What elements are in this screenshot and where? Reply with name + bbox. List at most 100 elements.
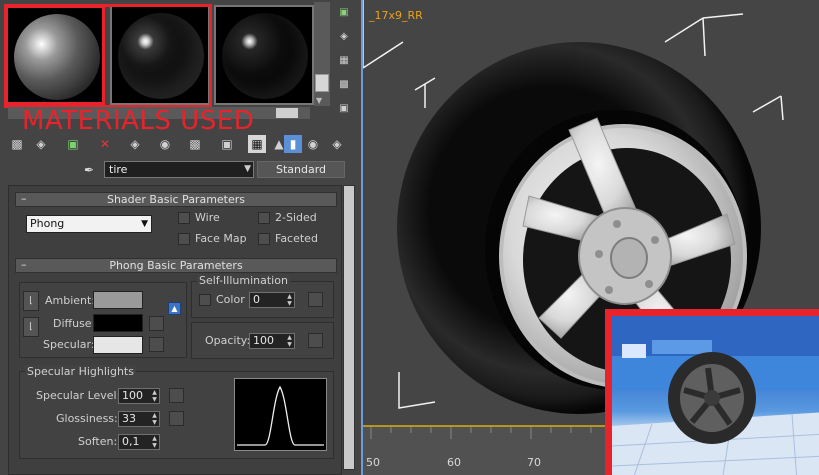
go-forward-to-sibling-icon[interactable]: ◉ <box>304 135 322 153</box>
spinner-arrows-icon[interactable]: ▲ ▼ <box>285 334 294 348</box>
soften-label: Soften: <box>78 435 118 448</box>
self-illum-value-spinner[interactable]: 0 ▲ ▼ <box>249 292 295 308</box>
backlight-icon[interactable]: ◈ <box>336 30 352 44</box>
sample-slot-2[interactable] <box>110 5 210 105</box>
highlight-curve-graph <box>234 378 327 451</box>
show-shaded-material-icon[interactable]: ▦ <box>248 135 266 153</box>
face-map-checkbox[interactable] <box>178 233 190 245</box>
opacity-value: 100 <box>253 334 274 347</box>
materials-used-annotation: MATERIALS USED <box>22 106 255 136</box>
specular-level-label: Specular Level: <box>36 389 121 402</box>
self-illumination-title: Self-Illumination <box>197 274 290 287</box>
specular-level-spinner[interactable]: 100 ▲ ▼ <box>118 388 160 404</box>
material-name-value: tire <box>109 163 128 176</box>
timeline-tick-label: 60 <box>447 456 461 469</box>
self-illum-color-checkbox[interactable] <box>199 294 211 306</box>
video-color-check-icon[interactable]: ▣ <box>336 102 352 116</box>
material-name-field[interactable]: tire ▼ <box>104 161 254 178</box>
shader-type-select[interactable]: Phong ▼ <box>26 215 152 233</box>
timeline-tick-label: 70 <box>527 456 541 469</box>
diffuse-color-swatch[interactable] <box>93 314 143 332</box>
specular-color-swatch[interactable] <box>93 336 143 354</box>
chevron-down-icon[interactable]: ▼ <box>244 162 251 177</box>
specular-label: Specular: <box>43 338 95 351</box>
opacity-spinner[interactable]: 100 ▲ ▼ <box>249 333 295 349</box>
scrollbar-thumb[interactable] <box>315 74 329 92</box>
diffuse-label: Diffuse: <box>53 317 96 330</box>
car-wheel-photo <box>612 316 819 475</box>
soften-spinner[interactable]: 0,1 ▲ ▼ <box>118 434 160 450</box>
sample-uv-tiling-icon[interactable]: ▩ <box>336 78 352 92</box>
sample-sphere-2 <box>118 13 204 99</box>
put-to-library-icon[interactable]: ▩ <box>186 135 204 153</box>
sample-sphere-1 <box>14 14 100 100</box>
opacity-label: Opacity: <box>205 334 251 347</box>
timeline-tick-label: 50 <box>366 456 380 469</box>
face-map-label: Face Map <box>195 232 247 245</box>
two-sided-checkbox[interactable] <box>258 212 270 224</box>
wire-label: Wire <box>195 211 220 224</box>
make-unique-icon[interactable]: ◉ <box>156 135 174 153</box>
diffuse-map-button[interactable] <box>149 316 164 331</box>
get-material-icon[interactable]: ▩ <box>8 135 26 153</box>
two-sided-label: 2-Sided <box>275 211 317 224</box>
material-name-row: ✒ tire ▼ Standard <box>0 160 361 180</box>
rollout-scrollbar[interactable] <box>343 185 355 470</box>
slots-vertical-scrollbar[interactable]: ▼ <box>314 2 330 106</box>
material-editor-panel: ▼ ▣ ◈ ▦ ▩ ▣ MATERIALS USED ▩ ◈ ▣ ✕ ◈ ◉ ▩… <box>0 0 361 475</box>
in-game-preview-image <box>605 309 819 475</box>
self-illum-value: 0 <box>253 293 260 306</box>
chevron-down-icon[interactable]: ▼ <box>141 216 148 232</box>
lock-icon[interactable]: ▲ <box>168 302 181 315</box>
spinner-arrows-icon[interactable]: ▲ ▼ <box>285 293 294 307</box>
lock-diffuse-specular-icon[interactable]: ⌊ <box>23 317 39 337</box>
shader-rollout-title: Shader Basic Parameters <box>106 193 246 206</box>
specular-level-value: 100 <box>122 389 143 402</box>
wire-checkbox[interactable] <box>178 212 190 224</box>
specular-highlights-title: Specular Highlights <box>25 365 136 378</box>
material-editor-toolbar: ▩ ◈ ▣ ✕ ◈ ◉ ▩ ▣ ▦ ▲ ▮ ◉ ◈ <box>8 133 348 155</box>
self-illum-map-button[interactable] <box>308 292 323 307</box>
scrollbar-thumb[interactable] <box>276 108 298 118</box>
glossiness-value: 33 <box>122 412 136 425</box>
sample-type-icon[interactable]: ▣ <box>336 6 352 20</box>
sample-sphere-3 <box>222 13 308 99</box>
highlight-curve-svg <box>237 385 324 446</box>
background-checker-icon[interactable]: ▦ <box>336 54 352 68</box>
material-id-channel-icon[interactable]: ▣ <box>218 135 236 153</box>
shader-type-value: Phong <box>30 217 65 230</box>
material-map-navigator-icon[interactable]: ◈ <box>328 135 346 153</box>
spinner-arrows-icon[interactable]: ▲ ▼ <box>150 435 159 449</box>
faceted-checkbox[interactable] <box>258 233 270 245</box>
opacity-map-button[interactable] <box>308 333 323 348</box>
faceted-label: Faceted <box>275 232 318 245</box>
ambient-label: Ambient: <box>45 294 96 307</box>
eyedropper-icon[interactable]: ✒ <box>84 163 94 177</box>
specular-level-map-button[interactable] <box>169 388 184 403</box>
specular-map-button[interactable] <box>149 337 164 352</box>
soften-value: 0,1 <box>122 435 140 448</box>
assign-material-to-selection-icon[interactable]: ▣ <box>64 135 82 153</box>
make-material-copy-icon[interactable]: ◈ <box>126 135 144 153</box>
glossiness-label: Glossiness: <box>56 412 118 425</box>
lock-ambient-diffuse-icon[interactable]: ⌊ <box>23 291 39 311</box>
ambient-color-swatch[interactable] <box>93 291 143 309</box>
spinner-arrows-icon[interactable]: ▲ ▼ <box>150 389 159 403</box>
glossiness-map-button[interactable] <box>169 411 184 426</box>
material-type-button[interactable]: Standard <box>257 161 345 178</box>
parameter-rollouts: – Shader Basic Parameters Phong ▼ Wire 2… <box>8 185 342 475</box>
spinner-arrows-icon[interactable]: ▲ ▼ <box>150 412 159 426</box>
glossiness-spinner[interactable]: 33 ▲ ▼ <box>118 411 160 427</box>
self-illum-color-label: Color <box>216 293 245 306</box>
phong-rollout-title: Phong Basic Parameters <box>109 259 243 272</box>
go-to-parent-icon[interactable]: ▮ <box>284 135 302 153</box>
scroll-down-arrow-icon[interactable]: ▼ <box>316 96 322 105</box>
sample-slot-3[interactable] <box>214 5 314 105</box>
shader-rollout-header[interactable]: – Shader Basic Parameters <box>15 192 337 207</box>
sample-slot-1[interactable] <box>5 5 105 105</box>
phong-rollout-header[interactable]: – Phong Basic Parameters <box>15 258 337 273</box>
put-material-to-scene-icon[interactable]: ◈ <box>32 135 50 153</box>
collapse-icon[interactable]: – <box>21 258 27 271</box>
collapse-icon[interactable]: – <box>21 192 27 205</box>
reset-map-icon[interactable]: ✕ <box>96 135 114 153</box>
